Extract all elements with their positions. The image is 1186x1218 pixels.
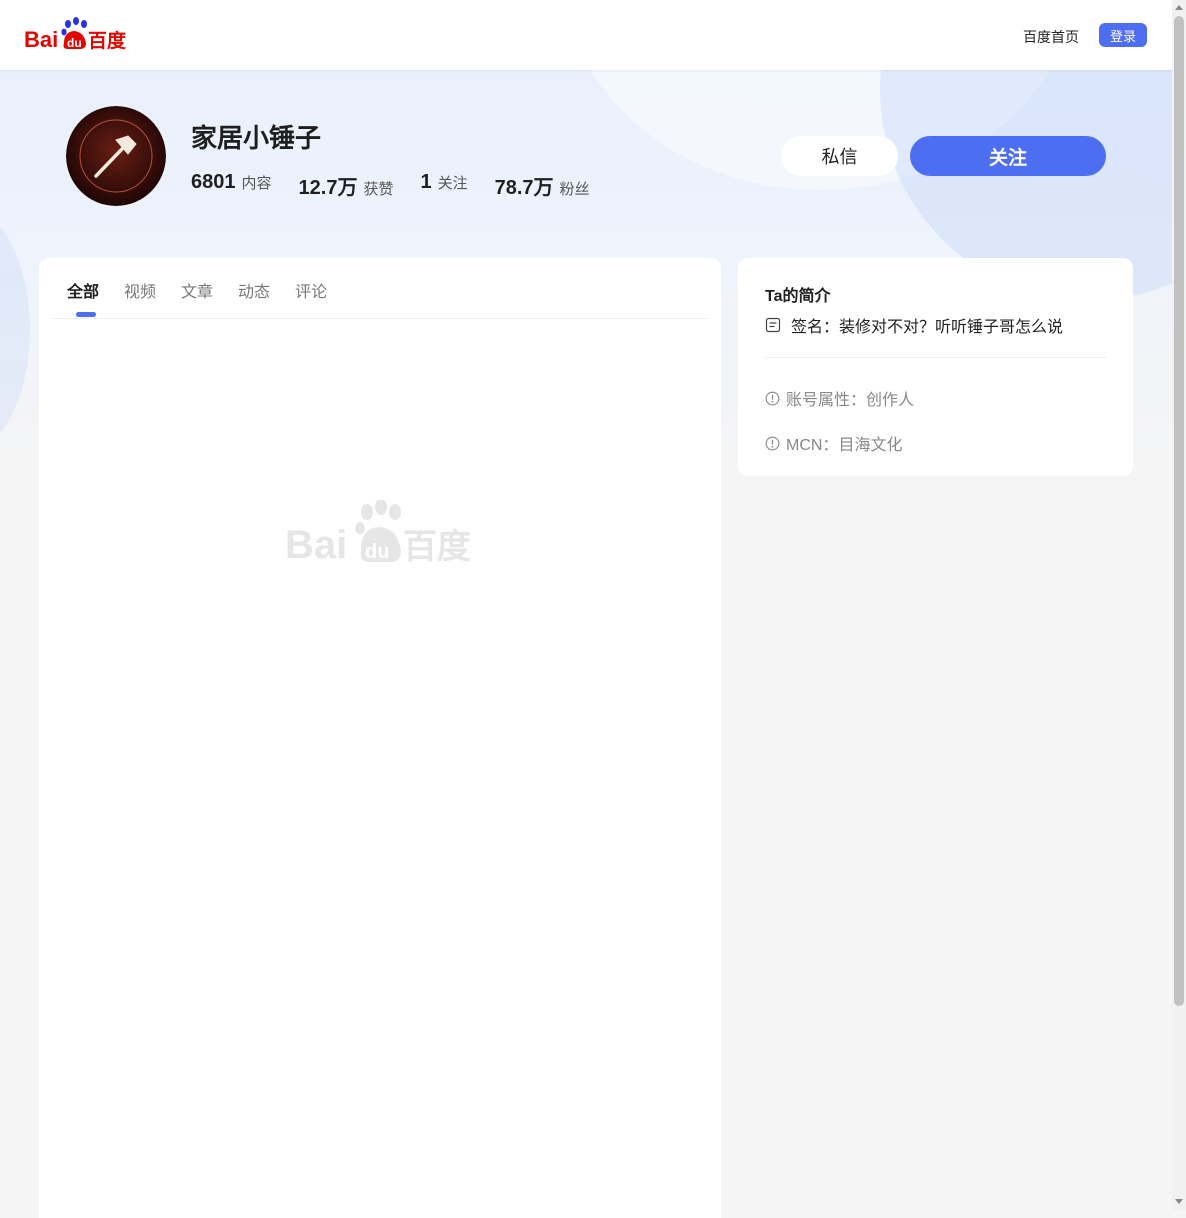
stat-likes: 12.7万 获赞: [299, 171, 394, 200]
baidu-logo[interactable]: Bai du 百度: [24, 16, 128, 52]
account-type-row: 账号属性：创作人: [765, 386, 914, 410]
tab-all[interactable]: 全部: [67, 278, 99, 302]
tab-divider: [52, 318, 708, 319]
stat-label: 粉丝: [559, 181, 590, 198]
stat-content: 6801 内容: [191, 171, 272, 200]
user-avatar[interactable]: [66, 106, 166, 206]
scroll-up-arrow-icon[interactable]: [1175, 5, 1183, 10]
stat-label: 内容: [241, 175, 272, 192]
username: 家居小锤子: [191, 123, 322, 153]
content-feed-panel: 全部 视频 文章 动态 评论 Bai du 百度: [39, 258, 721, 1218]
stat-label: 关注: [437, 175, 468, 192]
account-type-text: 账号属性：创作人: [786, 392, 915, 409]
stat-following[interactable]: 1 关注: [420, 171, 467, 200]
info-circle-icon: [765, 391, 780, 405]
page-scrollbar[interactable]: [1172, 0, 1186, 1210]
tab-comment[interactable]: 评论: [295, 278, 327, 302]
intro-title: Ta的简介: [765, 288, 831, 305]
baidu-home-link[interactable]: 百度首页: [1023, 27, 1079, 47]
active-tab-indicator: [76, 312, 96, 317]
svg-text:du: du: [365, 541, 389, 563]
svg-text:Bai: Bai: [285, 523, 347, 564]
scrollbar-thumb[interactable]: [1174, 16, 1184, 1006]
mcn-text: MCN：目海文化: [786, 437, 903, 454]
stat-value: 78.7万: [494, 177, 554, 199]
login-button[interactable]: 登录: [1099, 23, 1147, 47]
stat-followers[interactable]: 78.7万 粉丝: [495, 171, 590, 200]
stat-value: 6801: [191, 171, 236, 193]
tab-article[interactable]: 文章: [181, 278, 213, 302]
document-icon: [765, 317, 781, 333]
profile-stats: 6801 内容 12.7万 获赞 1 关注 78.7万 粉丝: [191, 171, 617, 200]
profile-intro-panel: Ta的简介 签名：装修对不对？听听锤子哥怎么说 账号属性：创作人 MCN：目海文…: [738, 258, 1133, 476]
tab-video[interactable]: 视频: [124, 278, 156, 302]
stat-value: 1: [420, 171, 432, 193]
content-tabs: 全部 视频 文章 动态 评论: [67, 278, 352, 302]
scroll-down-arrow-icon[interactable]: [1175, 1199, 1183, 1204]
stat-label: 获赞: [363, 181, 394, 198]
info-circle-icon: [765, 436, 780, 450]
tab-dynamic[interactable]: 动态: [238, 278, 270, 302]
loading-placeholder-logo: Bai du 百度: [285, 500, 471, 564]
svg-text:百度: 百度: [88, 29, 127, 52]
follow-button[interactable]: 关注: [910, 136, 1106, 176]
signature-row: 签名：装修对不对？听听锤子哥怎么说: [765, 313, 1063, 337]
svg-text:du: du: [67, 36, 82, 50]
svg-text:Bai: Bai: [24, 27, 58, 52]
stat-value: 12.7万: [298, 177, 358, 199]
mcn-row: MCN：目海文化: [765, 431, 902, 455]
top-navigation-bar: Bai du 百度 百度首页 登录: [0, 0, 1172, 70]
svg-text:百度: 百度: [403, 527, 471, 564]
intro-divider: [765, 357, 1106, 358]
private-message-button[interactable]: 私信: [781, 136, 898, 176]
signature-text: 签名：装修对不对？听听锤子哥怎么说: [791, 319, 1064, 336]
